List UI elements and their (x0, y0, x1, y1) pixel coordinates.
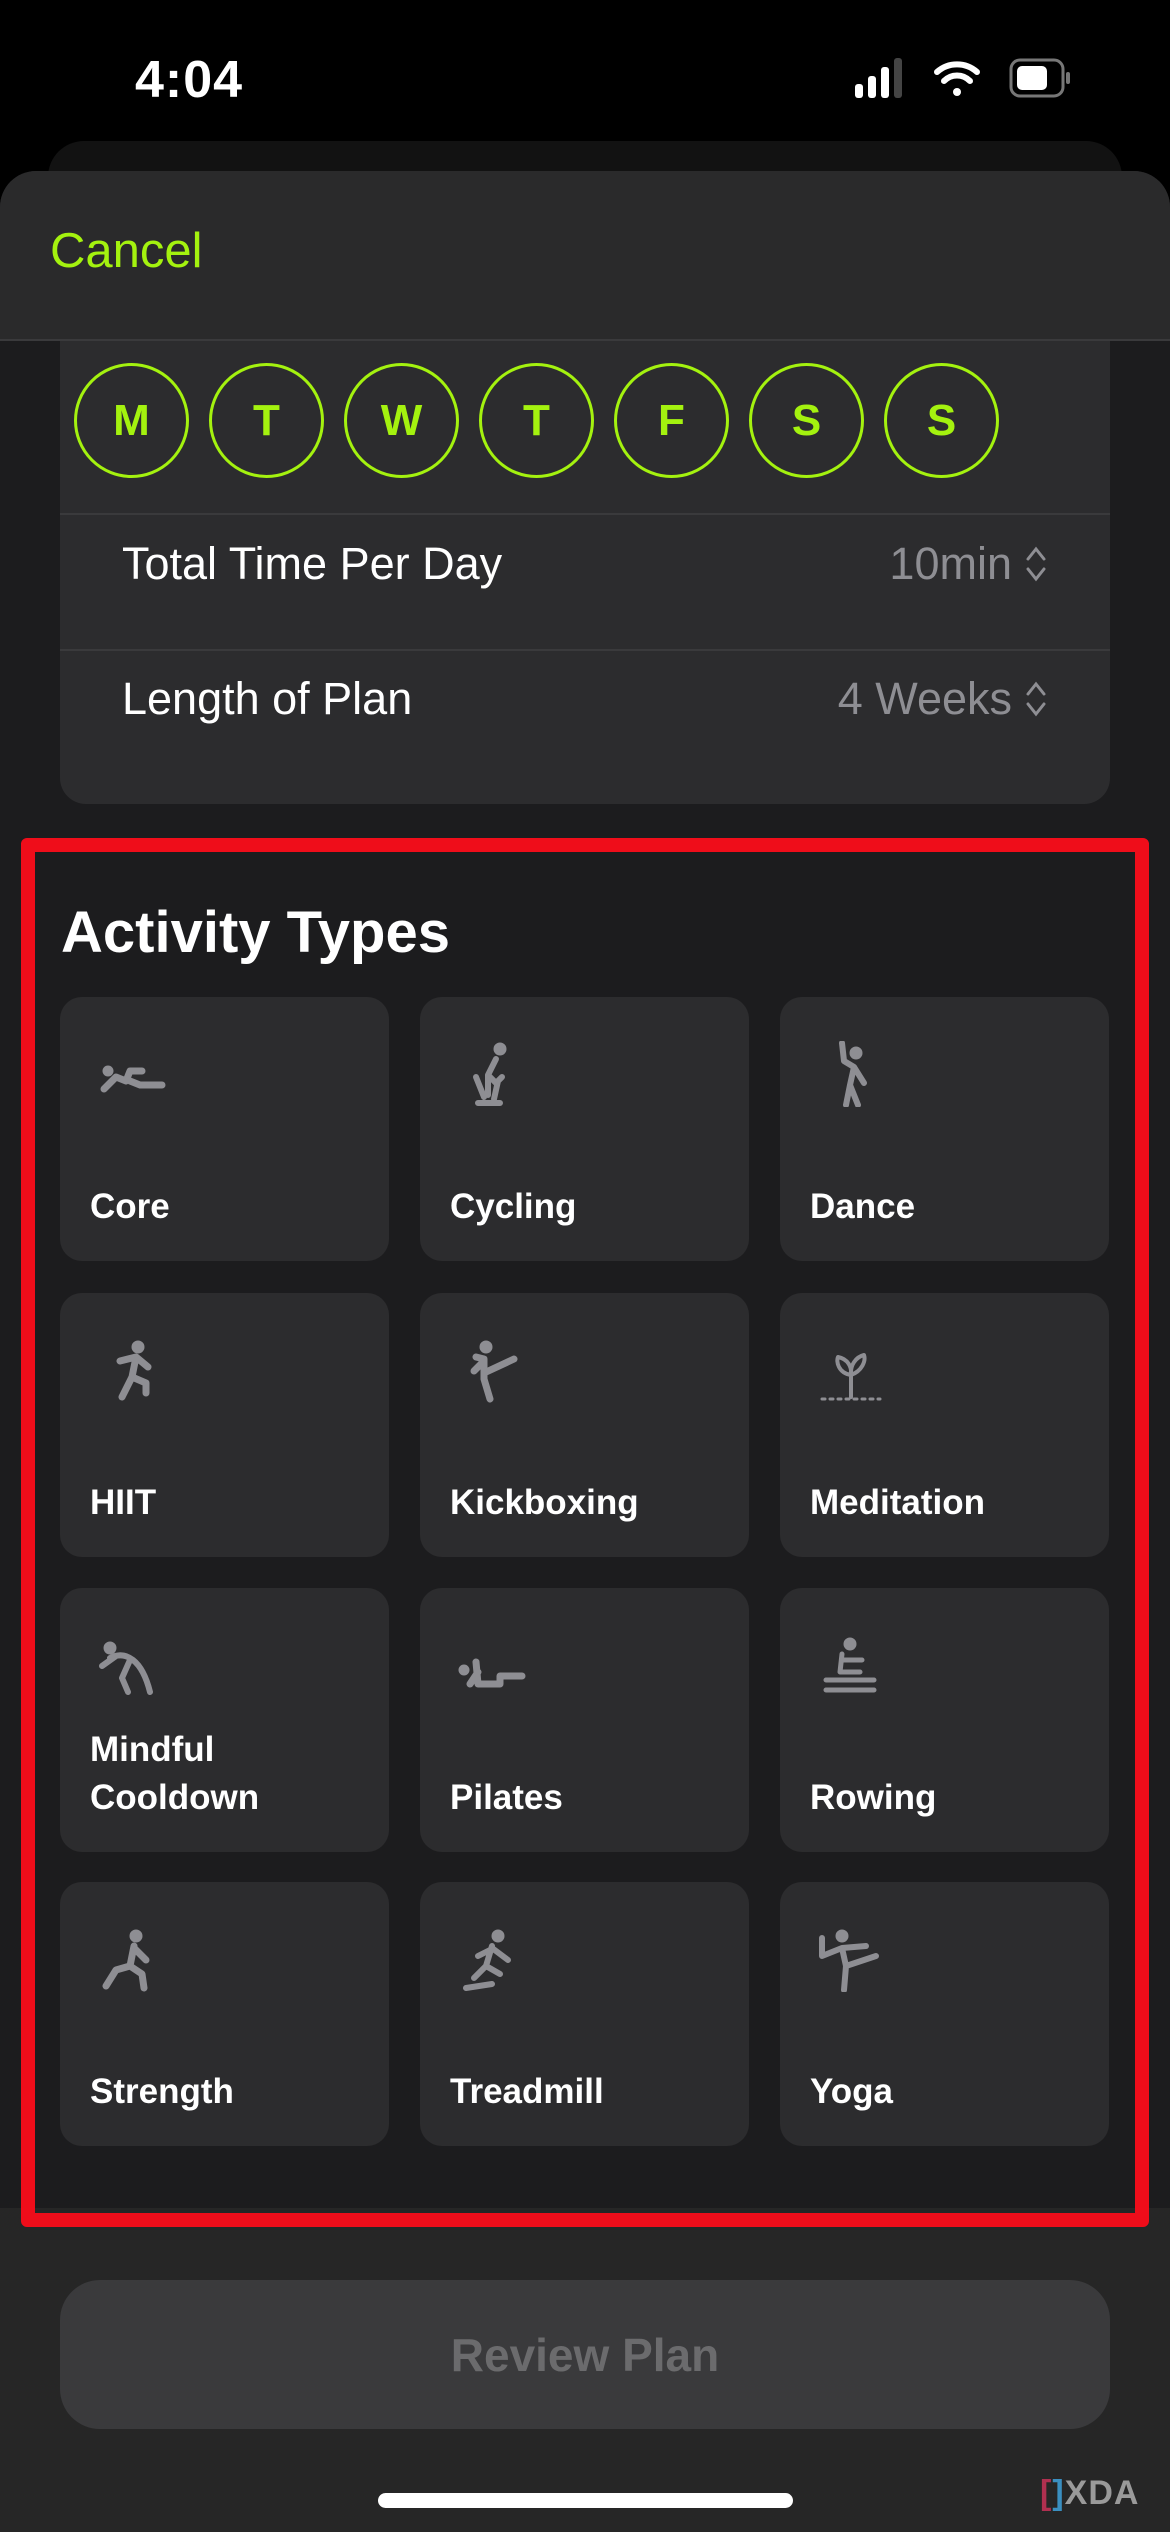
row-label: Total Time Per Day (122, 538, 503, 589)
day-toggle[interactable]: M (74, 363, 189, 478)
review-plan-button[interactable]: Review Plan (60, 2280, 1110, 2429)
status-icons (855, 58, 1070, 98)
total-time-picker[interactable]: 10min (889, 516, 1048, 612)
row-value: 10min (889, 538, 1012, 589)
plan-length-picker[interactable]: 4 Weeks (838, 651, 1048, 747)
chevron-up-down-icon (1026, 681, 1046, 717)
sheet-header: Cancel (0, 171, 1170, 341)
cancel-button[interactable]: Cancel (50, 223, 203, 279)
wifi-icon (934, 61, 980, 96)
day-toggle[interactable]: W (344, 363, 459, 478)
day-toggle[interactable]: S (884, 363, 999, 478)
home-indicator (378, 2493, 793, 2508)
chevron-up-down-icon (1026, 546, 1046, 582)
highlight-box (21, 838, 1149, 2227)
row-value: 4 Weeks (837, 673, 1012, 724)
day-toggle[interactable]: T (479, 363, 594, 478)
cellular-signal-icon (855, 58, 902, 98)
divider (60, 513, 1110, 515)
row-label: Length of Plan (122, 673, 413, 724)
xda-watermark: []XDA (1040, 2474, 1140, 2512)
day-toggle[interactable]: F (614, 363, 729, 478)
battery-icon (1009, 58, 1070, 98)
schedule-card: MTWTFSS Total Time Per Day 10min Length … (60, 291, 1110, 804)
day-toggle[interactable]: T (209, 363, 324, 478)
day-toggle[interactable]: S (749, 363, 864, 478)
status-time: 4:04 (135, 51, 244, 109)
